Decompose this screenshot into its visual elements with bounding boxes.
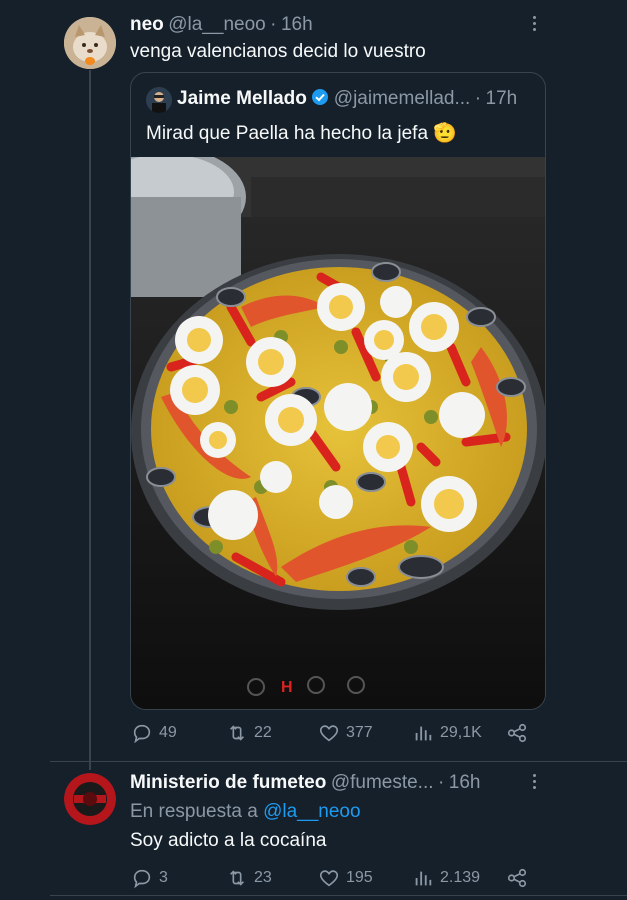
divider — [50, 761, 627, 762]
views-icon — [415, 726, 432, 741]
like-icon — [319, 725, 339, 742]
avatar[interactable] — [64, 17, 116, 69]
like-button[interactable]: 377 — [318, 722, 373, 744]
quote-header: Jaime Mellado @jaimemellad... · 17h — [177, 88, 517, 111]
reply-author-handle[interactable]: @fumeste... — [331, 772, 434, 793]
views-icon — [415, 871, 432, 886]
reply-to-prefix: En respuesta a — [130, 801, 258, 822]
quote-text: Mirad que Paella ha hecho la jefa 🫡 — [146, 121, 457, 145]
separator: · — [474, 88, 482, 109]
reply-count: 3 — [159, 869, 168, 886]
retweet-icon — [229, 725, 245, 741]
more-icon[interactable] — [524, 14, 544, 34]
like-icon — [319, 870, 339, 887]
retweet-button[interactable]: 22 — [226, 722, 272, 744]
paella-photo[interactable]: H — [131, 147, 545, 709]
retweet-count: 22 — [254, 724, 272, 741]
divider — [50, 895, 627, 896]
quote-author-name: Jaime Mellado — [177, 88, 307, 109]
reply-reply-button[interactable]: 3 — [131, 867, 168, 889]
quoted-tweet[interactable]: Jaime Mellado @jaimemellad... · 17h Mira… — [130, 72, 546, 710]
reply-more-icon[interactable] — [524, 772, 544, 792]
timestamp[interactable]: 16h — [281, 14, 313, 35]
like-count: 195 — [346, 869, 373, 886]
quote-text-body: Mirad que Paella ha hecho la jefa — [146, 123, 429, 144]
reply-button[interactable]: 49 — [131, 722, 177, 744]
reply-like-button[interactable]: 195 — [318, 867, 373, 889]
reply-avatar[interactable] — [64, 773, 116, 825]
views-button[interactable]: 29,1K — [412, 722, 482, 744]
share-button[interactable] — [506, 722, 528, 744]
reply-to-link[interactable]: @la__neoo — [263, 801, 360, 822]
quote-avatar — [146, 87, 172, 113]
reply-count: 49 — [159, 724, 177, 741]
reply-icon — [133, 724, 151, 744]
reply-icon — [133, 869, 151, 889]
reply-text: Soy adicto a la cocaína — [130, 830, 327, 851]
quote-timestamp: 17h — [485, 88, 518, 109]
quote-author-handle: @jaimemellad... — [333, 88, 471, 109]
reply-retweet-button[interactable]: 23 — [226, 867, 272, 889]
retweet-count: 23 — [254, 869, 272, 886]
tweet-text: venga valencianos decid lo vuestro — [130, 41, 426, 62]
like-count: 377 — [346, 724, 373, 741]
salute-emoji: 🫡 — [433, 123, 457, 144]
author-name[interactable]: neo — [130, 14, 164, 35]
svg-text:H: H — [281, 679, 293, 696]
verified-badge-icon — [311, 88, 329, 111]
author-handle[interactable]: @la__neoo — [168, 14, 265, 35]
reply-timestamp[interactable]: 16h — [449, 772, 481, 793]
views-count: 2.139 — [440, 869, 481, 886]
separator: · — [270, 14, 277, 35]
share-icon — [507, 868, 527, 888]
tweet-header: neo @la__neoo · 16h — [130, 14, 313, 36]
reply-author-name[interactable]: Ministerio de fumeteo — [130, 772, 326, 793]
retweet-icon — [229, 870, 245, 886]
reply-header: Ministerio de fumeteo @fumeste... · 16h — [130, 772, 480, 794]
views-count: 29,1K — [440, 724, 482, 741]
share-icon — [507, 723, 527, 743]
reply-share-button[interactable] — [506, 867, 528, 889]
thread-line — [89, 70, 91, 770]
reply-context: En respuesta a @la__neoo — [130, 801, 361, 823]
separator: · — [437, 772, 445, 793]
reply-views-button[interactable]: 2.139 — [412, 867, 480, 889]
